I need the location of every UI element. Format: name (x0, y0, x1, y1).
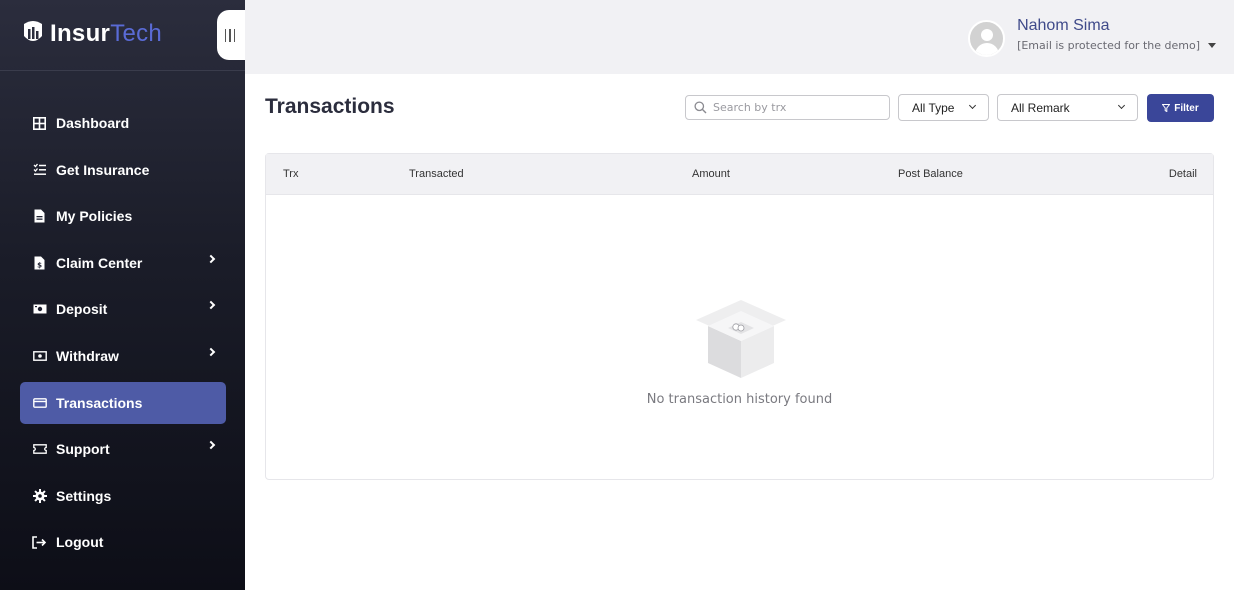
chevron-right-icon (206, 254, 216, 264)
document-icon (32, 209, 47, 224)
top-header: Nahom Sima [Email is protected for the d… (245, 0, 1234, 74)
sidebar-item-label: Transactions (56, 394, 143, 411)
search-input[interactable] (713, 101, 873, 114)
sidebar-item-label: Claim Center (56, 254, 143, 271)
column-header-transacted: Transacted (409, 168, 464, 180)
sidebar-item-settings[interactable]: Settings (20, 475, 226, 517)
sidebar-item-label: Get Insurance (56, 161, 150, 178)
card-icon (32, 395, 47, 410)
sidebar-item-label: My Policies (56, 208, 133, 225)
chevron-right-icon (206, 301, 216, 310)
caret-down-icon[interactable] (1208, 43, 1216, 48)
sidebar-item-support[interactable]: Support (20, 428, 226, 470)
menu-bars-icon (224, 28, 236, 42)
money-icon (32, 348, 47, 363)
empty-state-message: No transaction history found (646, 392, 833, 407)
empty-box-icon (696, 300, 786, 378)
filter-label: Filter (1174, 102, 1199, 114)
page-title: Transactions (265, 95, 395, 118)
sidebar-item-withdraw[interactable]: Withdraw (20, 335, 226, 377)
transactions-table: Trx Transacted Amount Post Balance Detai… (265, 153, 1214, 480)
column-header-detail: Detail (1168, 168, 1197, 180)
chevron-down-icon (968, 101, 977, 110)
sidebar-item-label: Logout (56, 534, 104, 551)
type-select-value: All Type (912, 100, 955, 115)
user-email: [Email is protected for the demo] (1017, 39, 1200, 52)
invoice-icon: $ (32, 255, 47, 270)
gear-icon (32, 488, 47, 503)
remark-select-value: All Remark (1011, 100, 1070, 115)
user-name: Nahom Sima (1017, 17, 1110, 34)
sidebar-item-transactions[interactable]: Transactions (20, 381, 226, 424)
sidebar-item-dashboard[interactable]: Dashboard (20, 102, 226, 144)
column-header-post-balance: Post Balance (898, 168, 963, 180)
sidebar-nav: Dashboard Get Insurance My Policies $ Cl… (20, 102, 226, 568)
sidebar-item-label: Settings (56, 487, 112, 504)
filter-icon (1162, 104, 1171, 112)
ticket-icon (32, 442, 47, 457)
sidebar-item-label: Support (56, 441, 110, 458)
chevron-right-icon (206, 347, 216, 357)
chevron-right-icon (206, 440, 216, 450)
cash-icon (32, 302, 47, 317)
logout-icon (32, 535, 47, 550)
list-check-icon (32, 162, 47, 177)
sidebar-item-my-policies[interactable]: My Policies (20, 195, 226, 237)
svg-text:$: $ (37, 261, 42, 269)
user-menu[interactable]: Nahom Sima [Email is protected for the d… (968, 17, 1216, 57)
sidebar-item-deposit[interactable]: Deposit (20, 288, 226, 330)
logo[interactable]: InsurTech (22, 20, 162, 48)
user-info: Nahom Sima [Email is protected for the d… (1017, 17, 1216, 52)
logo-icon (24, 21, 42, 41)
column-header-trx: Trx (283, 168, 299, 180)
brand-name: InsurTech (50, 20, 163, 47)
avatar (968, 20, 1006, 57)
chevron-down-icon (1117, 101, 1126, 110)
search-icon (694, 101, 707, 114)
sidebar: InsurTech Dashboard Get Insurance My Pol… (0, 0, 257, 590)
sidebar-item-claim-center[interactable]: $ Claim Center (20, 242, 226, 284)
column-header-amount: Amount (692, 168, 730, 180)
sidebar-item-label: Withdraw (56, 347, 119, 364)
table-header: Trx Transacted Amount Post Balance Detai… (266, 154, 1213, 195)
type-select[interactable]: All Type (898, 94, 989, 121)
remark-select[interactable]: All Remark (997, 94, 1138, 121)
sidebar-item-get-insurance[interactable]: Get Insurance (20, 149, 226, 191)
filter-button[interactable]: Filter (1147, 94, 1214, 122)
search-box[interactable] (685, 95, 890, 120)
sidebar-item-label: Deposit (56, 301, 108, 318)
grid-icon (32, 116, 47, 131)
sidebar-item-label: Dashboard (56, 115, 130, 131)
logo-bar: InsurTech (0, 0, 245, 71)
sidebar-item-logout[interactable]: Logout (20, 521, 226, 563)
user-email-row: [Email is protected for the demo] (1017, 39, 1216, 52)
